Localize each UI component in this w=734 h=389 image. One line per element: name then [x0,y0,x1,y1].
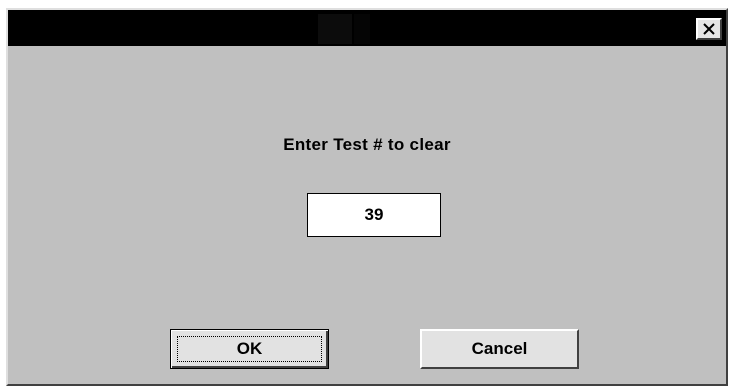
close-x-icon [702,23,716,35]
ok-button-label: OK [236,339,263,358]
ok-button[interactable]: OK [170,329,329,369]
title-bar-block [354,14,370,44]
title-bar[interactable] [8,10,726,46]
test-number-input[interactable] [307,193,441,237]
clear-test-dialog: Enter Test # to clear OK Cancel [6,8,728,386]
title-bar-block [318,14,352,44]
close-button[interactable] [696,18,722,40]
cancel-button-label: Cancel [471,339,528,358]
prompt-label: Enter Test # to clear [283,135,451,154]
cancel-button[interactable]: Cancel [420,329,579,369]
